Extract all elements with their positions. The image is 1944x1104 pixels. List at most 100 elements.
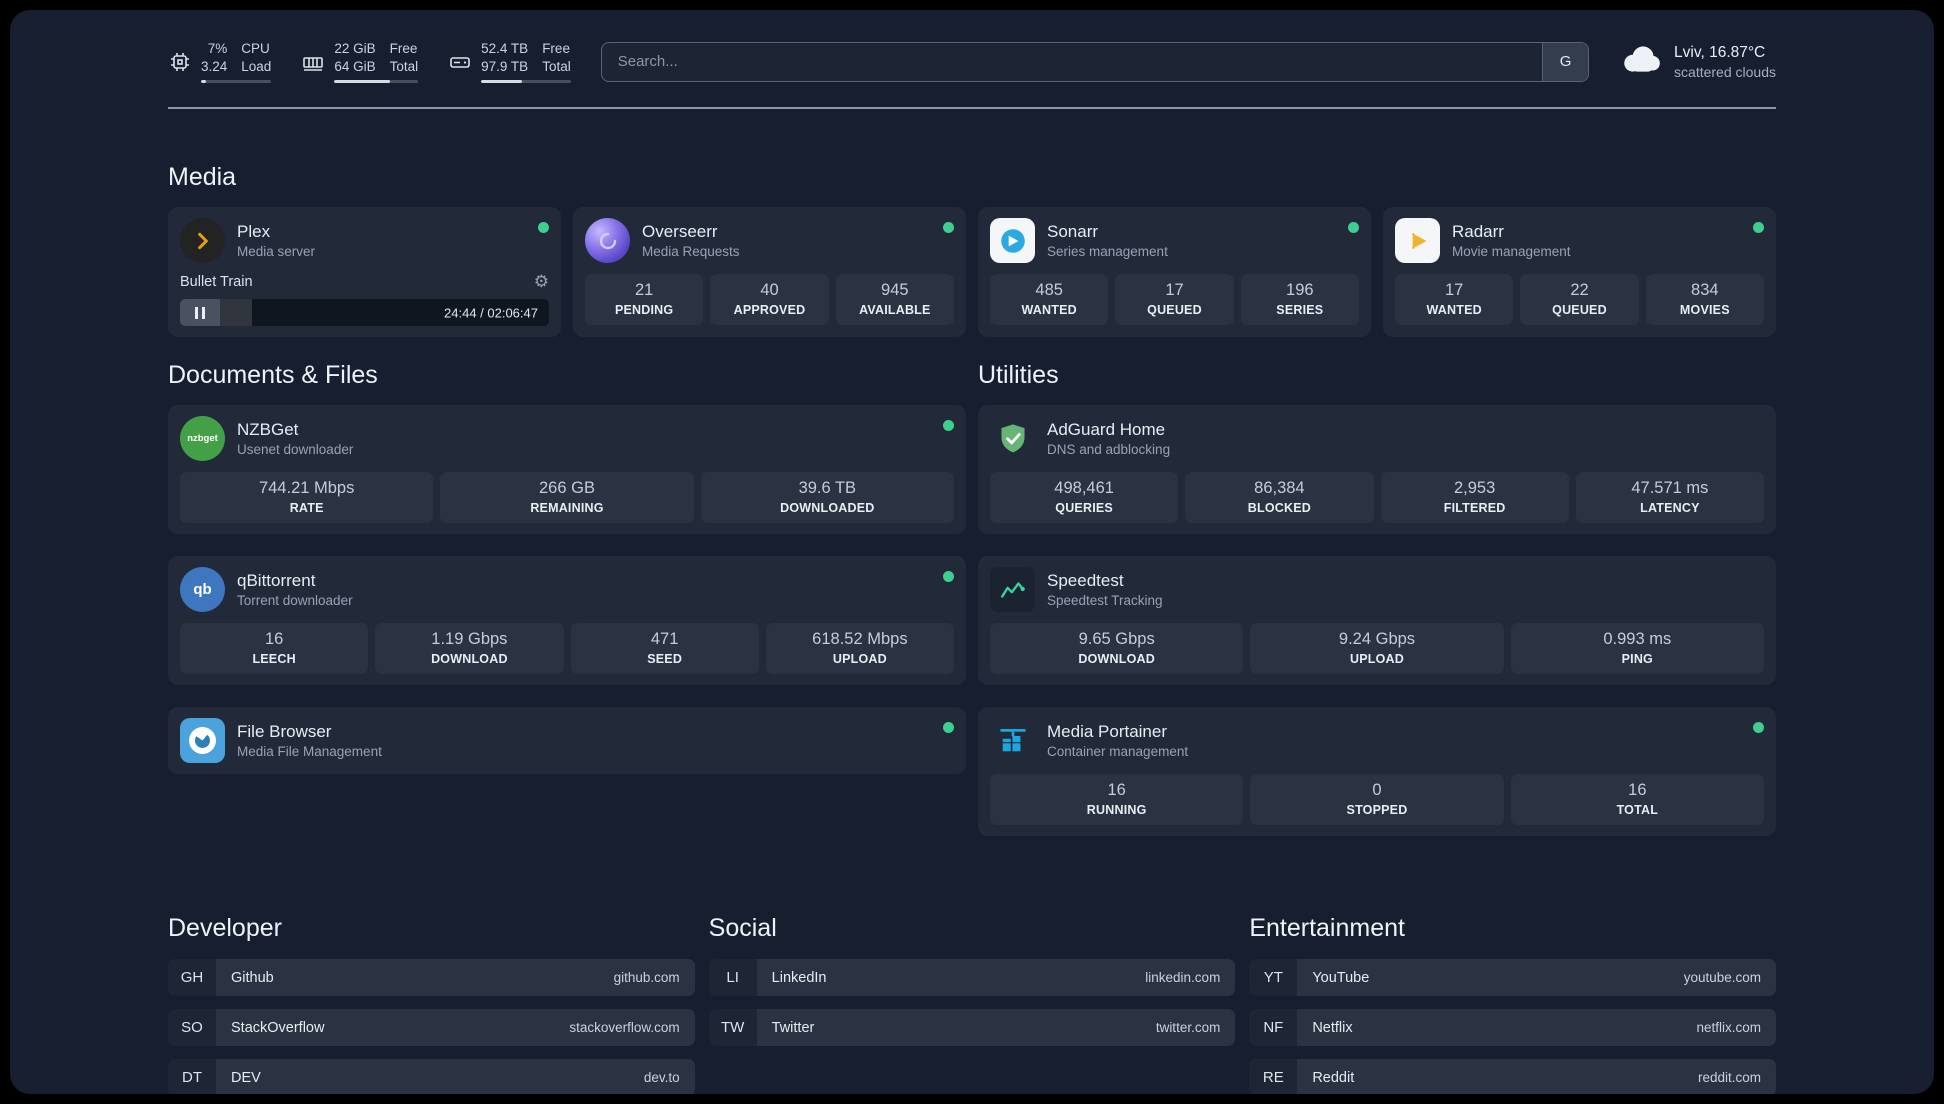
bookmark-name: Netflix [1312,1019,1353,1036]
stat-value: 16 [1628,781,1647,800]
stat-filtered: 2,953 FILTERED [1380,472,1569,524]
stat-value: 47.571 ms [1631,479,1709,498]
stat-value: 16 [1107,781,1126,800]
cpu-percent: 7% [207,41,228,56]
cpu-load: 3.24 [201,59,228,75]
stat-remaining: 266 GB REMAINING [440,472,694,524]
stat-label: AVAILABLE [859,303,931,318]
radarr-link[interactable]: Radarr Movie management [1395,218,1764,264]
bookmark-stackoverflow[interactable]: SO StackOverflow stackoverflow.com [168,1009,695,1047]
bookmark-youtube[interactable]: YT YouTube youtube.com [1249,959,1776,997]
stat-upload: 618.52 Mbps UPLOAD [765,623,954,675]
bookmark-netflix[interactable]: NF Netflix netflix.com [1249,1009,1776,1047]
cpu-icon [168,50,192,74]
disk-free: 52.4 TB [481,41,529,56]
card-speedtest: Speedtest Speedtest Tracking 9.65 Gbps D… [978,556,1776,686]
bookmarks-social: Social LI LinkedIn linkedin.com TW Twitt… [709,914,1236,1094]
playback-progress-bar[interactable]: 24:44 / 02:06:47 [180,299,549,327]
stat-value: 266 GB [539,479,595,498]
section-title-entertainment: Entertainment [1249,914,1405,943]
stat-pending: 21 PENDING [585,274,704,326]
stat-rate: 744.21 Mbps RATE [180,472,434,524]
settings-gear-icon[interactable]: ⚙ [534,272,549,292]
sonarr-link[interactable]: Sonarr Series management [990,218,1359,264]
stat-label: QUERIES [1055,501,1113,516]
service-subtitle: DNS and adblocking [1047,442,1171,458]
stat-value: 0.993 ms [1603,630,1672,649]
bookmark-name: StackOverflow [231,1019,325,1036]
section-title-developer: Developer [168,914,282,943]
service-title: Sonarr [1047,222,1099,242]
bookmark-url: youtube.com [1683,970,1761,986]
qbittorrent-link[interactable]: qb qBittorrent Torrent downloader [180,567,954,613]
stat-label: WANTED [1426,303,1482,318]
section-title-social: Social [708,914,777,943]
bookmark-url: netflix.com [1696,1020,1761,1036]
bookmark-url: reddit.com [1697,1070,1761,1086]
pause-button[interactable] [180,299,220,327]
disk-progress-bar [481,80,571,84]
stat-label: FILTERED [1443,501,1506,516]
radarr-icon [1395,218,1440,264]
section-utilities: Utilities AdGuard Home DNS and adblockin… [978,361,1776,858]
stat-approved: 40 APPROVED [710,274,829,326]
card-portainer: Media Portainer Container management 16 … [978,707,1776,837]
bookmark-abbr: SO [168,1009,216,1046]
stat-label: SEED [647,652,683,667]
bookmark-dev[interactable]: DT DEV dev.to [168,1059,695,1094]
stat-value: 498,461 [1054,479,1114,498]
search-input[interactable] [600,41,1590,82]
bookmark-reddit[interactable]: RE Reddit reddit.com [1249,1059,1776,1094]
now-playing-title: Bullet Train [180,274,253,291]
bookmark-name: DEV [231,1069,261,1086]
bookmark-name: LinkedIn [771,969,827,986]
nzbget-link[interactable]: nzbget NZBGet Usenet downloader [180,416,954,462]
bookmark-twitter[interactable]: TW Twitter twitter.com [709,1009,1236,1047]
service-subtitle: Speedtest Tracking [1047,593,1163,609]
disk-icon [448,50,472,74]
top-bar: 7% CPU 3.24 Load 22 GiB Free 64 GiB Tota… [168,10,1776,84]
search-engine-button[interactable]: G [1542,42,1589,81]
bookmark-github[interactable]: GH Github github.com [168,959,695,997]
filebrowser-link[interactable]: File Browser Media File Management [180,718,954,764]
bookmark-abbr: TW [709,1009,757,1046]
search-bar: G [600,41,1590,82]
stat-label: DOWNLOAD [1078,652,1155,667]
plex-now-playing: Bullet Train ⚙ 24:44 / 02:06:47 [180,272,549,327]
status-dot [1348,222,1359,234]
service-subtitle: Media File Management [237,744,382,760]
stat-series: 196 SERIES [1240,274,1359,326]
section-title-media: Media [168,163,237,192]
bookmark-url: twitter.com [1155,1020,1221,1036]
stat-value: 21 [634,281,654,300]
bookmark-abbr: RE [1249,1059,1297,1094]
stat-wanted: 485 WANTED [990,274,1109,326]
stat-value: 834 [1691,281,1719,300]
speedtest-link[interactable]: Speedtest Speedtest Tracking [990,567,1764,613]
portainer-link[interactable]: Media Portainer Container management [990,718,1764,763]
stat-value: 1.19 Gbps [431,630,508,649]
bookmark-linkedin[interactable]: LI LinkedIn linkedin.com [709,959,1236,997]
service-subtitle: Media Requests [642,244,740,260]
service-subtitle: Series management [1047,244,1168,260]
stat-label: REMAINING [530,501,604,516]
bookmark-abbr: GH [168,959,216,996]
stat-label: DOWNLOADED [780,501,875,516]
plex-link[interactable]: Plex Media server [180,218,549,264]
overseerr-link[interactable]: Overseerr Media Requests [585,218,954,264]
bookmark-abbr: YT [1249,959,1297,996]
service-subtitle: Torrent downloader [237,593,353,609]
service-subtitle: Media server [237,244,316,260]
stat-available: 945 AVAILABLE [835,274,954,326]
service-subtitle: Movie management [1452,244,1571,260]
service-title: File Browser [237,722,332,742]
filebrowser-icon [180,718,225,764]
adguard-icon [990,416,1035,461]
card-plex: Plex Media server Bullet Train ⚙ 24:44 /… [168,207,561,338]
weather-location: Lviv, 16.87°C [1674,43,1766,61]
status-dot [538,222,549,234]
service-subtitle: Container management [1047,744,1189,760]
bookmark-name: Github [231,969,274,986]
status-dot [943,571,954,583]
adguard-link[interactable]: AdGuard Home DNS and adblocking [990,416,1764,461]
